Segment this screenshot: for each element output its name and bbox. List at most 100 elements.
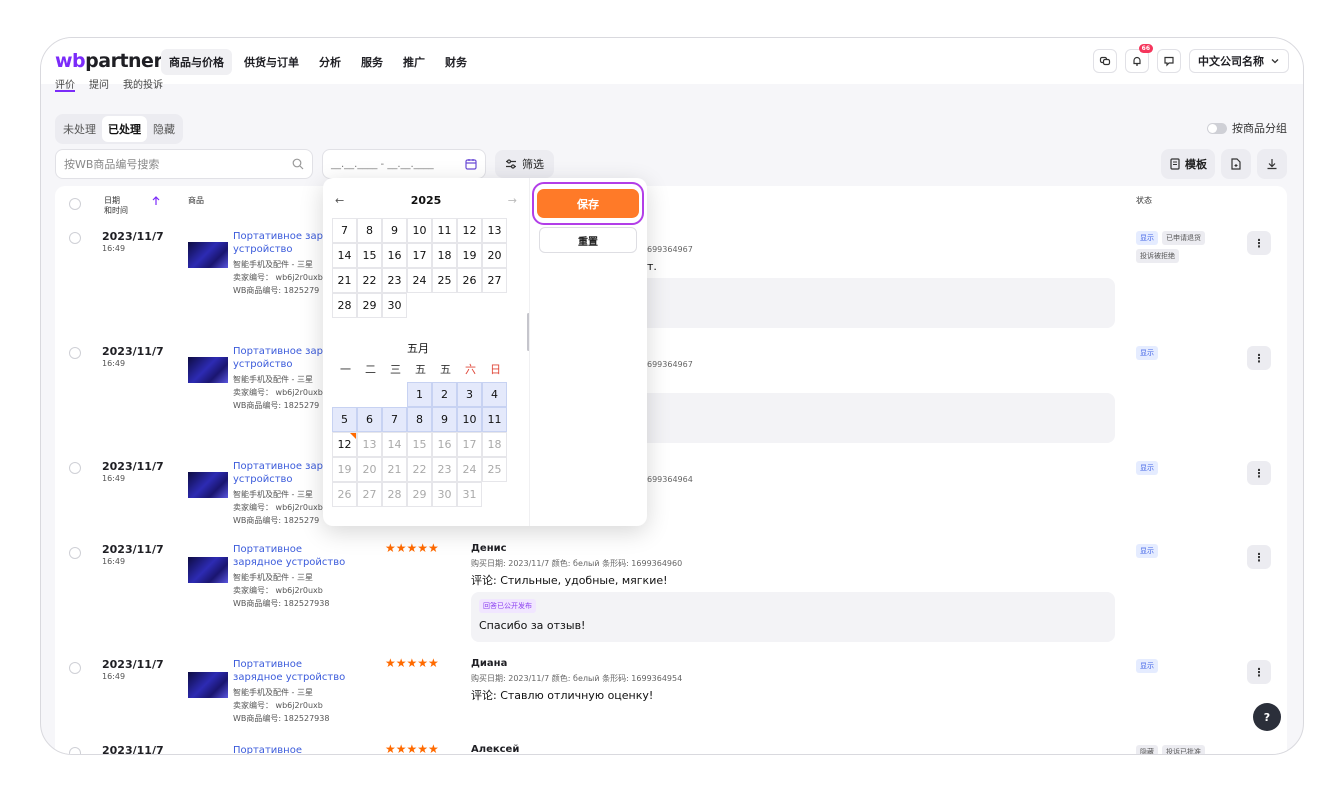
nav-services[interactable]: 服务 [353,49,391,75]
save-button[interactable]: 保存 [537,189,639,218]
calendar-day[interactable]: 28 [332,293,357,318]
product-thumbnail[interactable] [188,672,228,698]
calendar-day[interactable]: 17 [407,243,432,268]
product-thumbnail[interactable] [188,472,228,498]
select-all-checkbox[interactable] [69,198,81,210]
calendar-day[interactable]: 9 [432,407,457,432]
calendar-day[interactable]: 29 [407,482,432,507]
nav-promotion[interactable]: 推广 [395,49,433,75]
row-checkbox[interactable] [69,547,81,559]
calendar-day[interactable]: 16 [432,432,457,457]
calendar-day[interactable]: 24 [457,457,482,482]
filter-button[interactable]: 筛选 [495,150,554,178]
feedback-icon[interactable] [1157,49,1181,73]
nav-supply-orders[interactable]: 供货与订单 [236,49,307,75]
calendar-day[interactable]: 25 [432,268,457,293]
export-file-button[interactable] [1221,149,1251,179]
calendar-day[interactable]: 1 [407,382,432,407]
bell-icon[interactable]: 66 [1125,44,1153,73]
chat-icon[interactable] [1093,49,1117,73]
calendar-day[interactable]: 14 [382,432,407,457]
calendar-day[interactable]: 23 [382,268,407,293]
calendar-day[interactable]: 30 [382,293,407,318]
calendar-day[interactable]: 14 [332,243,357,268]
toggle-switch[interactable] [1207,122,1227,134]
calendar-day[interactable]: 22 [357,268,382,293]
calendar-day[interactable]: 23 [432,457,457,482]
calendar-day[interactable]: 11 [482,407,507,432]
calendar-day[interactable]: 13 [357,432,382,457]
calendar-day[interactable]: 5 [332,407,357,432]
calendar-day[interactable]: 2 [432,382,457,407]
calendar-day[interactable]: 19 [332,457,357,482]
calendar-day[interactable]: 3 [457,382,482,407]
calendar-day[interactable]: 30 [432,482,457,507]
calendar-day[interactable]: 4 [482,382,507,407]
nav-finance[interactable]: 财务 [437,49,475,75]
prev-year-arrow-icon[interactable]: ← [335,194,344,207]
reset-button[interactable]: 重置 [539,227,637,253]
product-thumbnail[interactable] [188,357,228,383]
segment-hidden[interactable]: 隐藏 [147,116,181,142]
group-by-product-toggle[interactable]: 按商品分组 [1207,120,1287,136]
template-button[interactable]: 模板 [1161,149,1215,179]
date-range-input[interactable]: __.__.____ - __.__.____ [322,149,486,179]
calendar-day[interactable]: 21 [382,457,407,482]
calendar-day[interactable]: 28 [382,482,407,507]
calendar-day[interactable]: 8 [357,218,382,243]
calendar-day[interactable]: 11 [432,218,457,243]
calendar-day[interactable]: 20 [482,243,507,268]
row-checkbox[interactable] [69,747,81,754]
calendar-day[interactable]: 15 [357,243,382,268]
row-more-button[interactable]: ⋮ [1247,545,1271,569]
product-thumbnail[interactable] [188,557,228,583]
row-checkbox[interactable] [69,347,81,359]
download-button[interactable] [1257,149,1287,179]
calendar-day[interactable]: 6 [357,407,382,432]
calendar-day[interactable]: 9 [382,218,407,243]
calendar-day[interactable]: 29 [357,293,382,318]
calendar-day[interactable]: 25 [482,457,507,482]
calendar-day[interactable]: 15 [407,432,432,457]
row-more-button[interactable]: ⋮ [1247,346,1271,370]
calendar-day[interactable]: 16 [382,243,407,268]
calendar-day[interactable]: 12 [457,218,482,243]
calendar-day[interactable]: 18 [432,243,457,268]
help-button[interactable]: ? [1253,703,1281,731]
row-more-button[interactable]: ⋮ [1247,660,1271,684]
product-link[interactable]: Портативное зарядное устройство [233,658,353,684]
row-more-button[interactable]: ⋮ [1247,231,1271,255]
calendar-day[interactable]: 7 [332,218,357,243]
product-link[interactable]: Портативное зарядное [233,744,353,754]
calendar-day[interactable]: 18 [482,432,507,457]
product-link[interactable]: Портативное зарядное устройство [233,543,353,569]
segment-unprocessed[interactable]: 未处理 [57,116,102,142]
search-input[interactable]: 按WB商品编号搜索 [55,149,313,179]
header-date[interactable]: 日期 和时间 [104,196,128,216]
logo[interactable]: wbpartners [55,50,174,72]
row-more-button[interactable]: ⋮ [1247,461,1271,485]
row-checkbox[interactable] [69,662,81,674]
calendar-icon[interactable] [465,158,477,170]
calendar-day[interactable]: 13 [482,218,507,243]
calendar-day[interactable]: 20 [357,457,382,482]
company-selector[interactable]: 中文公司名称 [1189,49,1289,73]
nav-products-prices[interactable]: 商品与价格 [161,49,232,75]
tab-questions[interactable]: 提问 [89,76,109,92]
calendar-day[interactable]: 22 [407,457,432,482]
segment-processed[interactable]: 已处理 [102,116,147,142]
calendar-day[interactable]: 19 [457,243,482,268]
sort-arrow-up-icon[interactable] [151,196,161,206]
next-year-arrow-icon[interactable]: → [508,194,517,207]
calendar-day[interactable]: 10 [407,218,432,243]
calendar-day[interactable]: 10 [457,407,482,432]
row-checkbox[interactable] [69,462,81,474]
tab-complaints[interactable]: 我的投诉 [123,76,163,92]
calendar-day[interactable]: 12 [332,432,357,457]
calendar-day[interactable]: 27 [482,268,507,293]
product-thumbnail[interactable] [188,242,228,268]
calendar-day[interactable]: 26 [332,482,357,507]
calendar-day[interactable]: 7 [382,407,407,432]
calendar-day[interactable]: 24 [407,268,432,293]
calendar-day[interactable]: 8 [407,407,432,432]
